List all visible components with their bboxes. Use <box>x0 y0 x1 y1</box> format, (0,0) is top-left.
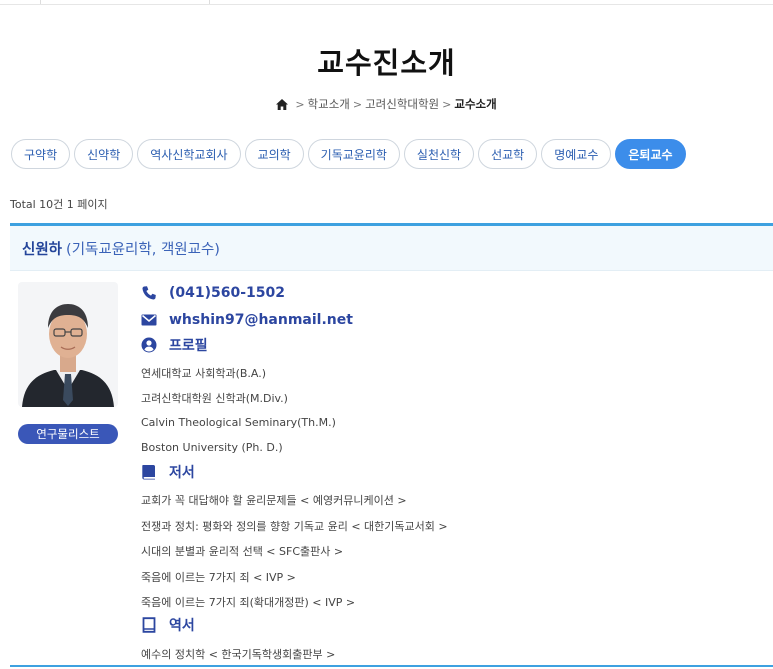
professor-role: (기독교윤리학, 객원교수) <box>66 241 220 258</box>
research-list-button[interactable]: 연구물리스트 <box>18 424 118 444</box>
professor-header: 신원하 (기독교윤리학, 객원교수) <box>10 226 773 271</box>
tab-dogmatics[interactable]: 교의학 <box>244 139 304 169</box>
tab-emeritus[interactable]: 명예교수 <box>541 139 612 169</box>
phone-number[interactable]: (041)560-1502 <box>169 285 285 301</box>
breadcrumb-item-school-intro[interactable]: 학교소개 <box>308 96 350 112</box>
breadcrumb: > 학교소개 > 고려신학대학원 > 교수소개 <box>0 96 773 112</box>
books-heading: 저서 <box>169 465 195 481</box>
total-count: Total 10건 1 페이지 <box>10 198 108 211</box>
tab-retired[interactable]: 은퇴교수 <box>615 139 686 169</box>
tab-historical-theology[interactable]: 역사신학교회사 <box>137 139 241 169</box>
open-book-icon <box>142 617 156 633</box>
translation-item: 예수의 정치학 < 한국기독학생회출판부 > <box>141 648 336 661</box>
book-item: 죽음에 이르는 7가지 죄 < IVP > <box>141 571 296 584</box>
book-icon <box>142 465 155 480</box>
breadcrumb-item-graduate-school[interactable]: 고려신학대학원 <box>365 96 439 112</box>
professor-card: 신원하 (기독교윤리학, 객원교수) 연구물리스트 (041)560-1502 … <box>10 223 773 667</box>
phone-icon <box>142 286 156 300</box>
tab-missiology[interactable]: 선교학 <box>478 139 538 169</box>
user-circle-icon <box>141 337 157 353</box>
breadcrumb-current: 교수소개 <box>454 97 497 111</box>
profile-item: 연세대학교 사회학과(B.A.) <box>141 367 267 380</box>
tab-new-testament[interactable]: 신약학 <box>74 139 134 169</box>
top-nav-edge <box>0 0 773 5</box>
book-item: 죽음에 이르는 7가지 죄(확대개정판) < IVP > <box>141 596 356 609</box>
breadcrumb-separator: > <box>295 97 305 111</box>
breadcrumb-separator: > <box>442 97 452 111</box>
book-item: 전쟁과 정치: 평화와 정의를 향항 기독교 윤리 < 대한기독교서회 > <box>141 520 448 533</box>
profile-item: Calvin Theological Seminary(Th.M.) <box>141 416 336 429</box>
home-icon[interactable] <box>276 98 289 110</box>
profile-item: 고려신학대학원 신학과(M.Div.) <box>141 392 288 405</box>
translations-heading-row: 역서 <box>141 615 195 635</box>
translations-heading: 역서 <box>169 618 195 634</box>
department-tabs: 구약학 신약학 역사신학교회사 교의학 기독교윤리학 실천신학 선교학 명예교수… <box>11 139 686 169</box>
email-row: whshin97@hanmail.net <box>141 312 353 328</box>
email-address[interactable]: whshin97@hanmail.net <box>169 312 353 328</box>
profile-heading: 프로필 <box>169 338 208 354</box>
professor-photo <box>18 282 118 407</box>
nav-divider <box>209 0 210 4</box>
envelope-icon <box>141 314 157 326</box>
tab-practical-theology[interactable]: 실천신학 <box>403 139 475 169</box>
professor-name: 신원하 <box>22 241 63 258</box>
tab-christian-ethics[interactable]: 기독교윤리학 <box>307 139 400 169</box>
page-title: 교수진소개 <box>317 46 456 80</box>
tab-old-testament[interactable]: 구약학 <box>11 139 71 169</box>
phone-row: (041)560-1502 <box>141 285 285 301</box>
book-item: 시대의 분별과 윤리적 선택 < SFC출판사 > <box>141 545 344 558</box>
profile-heading-row: 프로필 <box>141 335 208 355</box>
profile-item: Boston University (Ph. D.) <box>141 441 283 454</box>
books-heading-row: 저서 <box>141 462 195 482</box>
breadcrumb-separator: > <box>352 97 363 111</box>
book-item: 교회가 꼭 대답해야 할 윤리문제들 < 예영커뮤니케이션 > <box>141 494 407 507</box>
nav-divider <box>40 0 41 4</box>
